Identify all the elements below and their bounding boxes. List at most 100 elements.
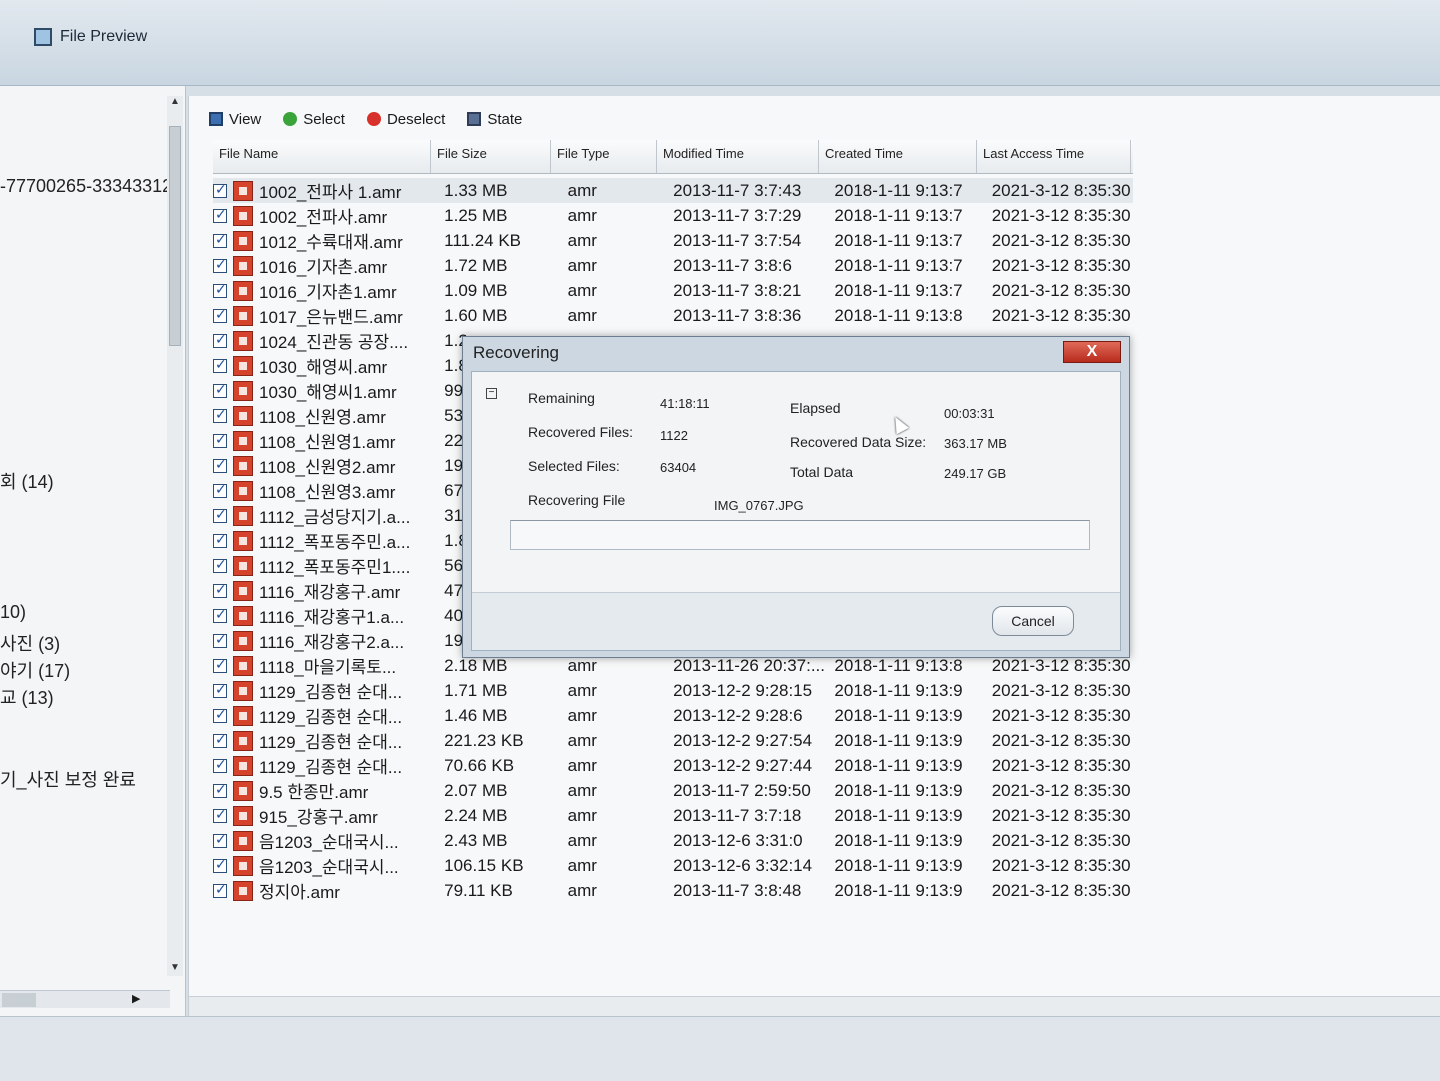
cell-created-time: 2018-1-11 9:13:9 — [834, 755, 963, 775]
app-icon — [34, 28, 52, 46]
mouse-cursor-icon — [889, 413, 909, 435]
row-checkbox[interactable] — [213, 456, 227, 473]
recovered-size-label: Recovered Data Size: — [790, 434, 927, 450]
cell-last-access-time: 2021-3-12 8:35:30 — [991, 230, 1131, 250]
table-row[interactable]: 1012_수륙대재.amr 111.24 KB amr 2013-11-7 3:7:5… — [213, 228, 1133, 253]
row-checkbox[interactable] — [213, 306, 227, 323]
row-checkbox[interactable] — [213, 281, 227, 298]
tree-item[interactable]: 10) — [0, 602, 26, 623]
column-header-file-name[interactable]: File Name — [213, 140, 431, 173]
table-row[interactable]: 9.5 한종만.amr 2.07 MB amr 2013-11-7 2:59:50 20… — [213, 778, 1133, 803]
tree-horizontal-scrollbar[interactable]: ▶ — [0, 990, 170, 1008]
cell-file-name: 1108_신원영2.amr — [259, 458, 396, 477]
row-checkbox[interactable] — [213, 781, 227, 798]
cell-file-size: 1.09 MB — [444, 280, 508, 300]
cell-file-name: 음1203_순대국시... — [259, 858, 399, 877]
cell-created-time: 2018-1-11 9:13:7 — [834, 230, 963, 250]
scroll-thumb[interactable] — [169, 126, 181, 346]
row-checkbox[interactable] — [213, 606, 227, 623]
row-checkbox[interactable] — [213, 356, 227, 373]
table-header: File Name File Size File Type Modified T… — [213, 140, 1133, 174]
folder-tree-pane[interactable]: -77700265-33343312 회 (14) 10) 사진 (3) 야기 … — [0, 86, 186, 1016]
state-button[interactable]: State — [467, 111, 522, 128]
row-checkbox[interactable] — [213, 556, 227, 573]
cell-file-name: 1017_은뉴밴드.amr — [259, 308, 403, 327]
deselect-button[interactable]: Deselect — [366, 111, 445, 128]
cell-file-name: 1112_금성당지기.a... — [259, 508, 411, 527]
tree-item[interactable]: 기_사진 보정 완료 — [0, 766, 136, 792]
row-checkbox[interactable] — [213, 506, 227, 523]
tree-item[interactable]: 야기 (17) — [0, 657, 70, 683]
view-button[interactable]: View — [209, 111, 261, 128]
row-checkbox[interactable] — [213, 231, 227, 248]
table-row[interactable]: 915_강홍구.amr 2.24 MB amr 2013-11-7 3:7:18 201… — [213, 803, 1133, 828]
table-row[interactable]: 1129_김종현 순대... 70.66 KB amr 2013-12-2 9:27:… — [213, 753, 1133, 778]
table-row[interactable]: 1016_기자촌1.amr 1.09 MB amr 2013-11-7 3:8:21 2… — [213, 278, 1133, 303]
row-checkbox[interactable] — [213, 706, 227, 723]
table-row[interactable]: 음1203_순대국시... 106.15 KB amr 2013-12-6 3:32:… — [213, 853, 1133, 878]
cell-file-size: 2.18 MB — [444, 655, 508, 675]
cell-file-name: 1002_전파사 1.amr — [259, 183, 402, 202]
row-checkbox[interactable] — [213, 631, 227, 648]
scroll-up-icon[interactable]: ▲ — [170, 96, 180, 107]
tree-item[interactable]: 교 (13) — [0, 684, 54, 710]
scroll-down-icon[interactable]: ▼ — [170, 962, 180, 973]
table-row[interactable]: 1017_은뉴밴드.amr 1.60 MB amr 2013-11-7 3:8:36 2… — [213, 303, 1133, 328]
row-checkbox[interactable] — [213, 806, 227, 823]
column-header-file-size[interactable]: File Size — [431, 140, 551, 173]
row-checkbox[interactable] — [213, 331, 227, 348]
column-header-created-time[interactable]: Created Time — [819, 140, 977, 173]
cell-created-time: 2018-1-11 9:13:9 — [834, 730, 963, 750]
row-checkbox[interactable] — [213, 831, 227, 848]
row-checkbox[interactable] — [213, 581, 227, 598]
row-checkbox[interactable] — [213, 431, 227, 448]
cell-last-access-time: 2021-3-12 8:35:30 — [991, 730, 1131, 750]
cell-file-type: amr — [567, 680, 597, 700]
scroll-thumb[interactable] — [2, 993, 36, 1007]
table-row[interactable]: 1129_김종현 순대... 221.23 KB amr 2013-12-2 9:27… — [213, 728, 1133, 753]
close-button[interactable]: X — [1063, 341, 1121, 363]
table-row[interactable]: 음1203_순대국시... 2.43 MB amr 2013-12-6 3:31:0 2… — [213, 828, 1133, 853]
audio-file-icon — [233, 280, 253, 301]
cell-file-name: 음1203_순대국시... — [259, 833, 399, 852]
row-checkbox[interactable] — [213, 481, 227, 498]
table-row[interactable]: 정지아.amr 79.11 KB amr 2013-11-7 3:8:48 2018-1… — [213, 878, 1133, 903]
table-row[interactable]: 1016_기자촌.amr 1.72 MB amr 2013-11-7 3:8:6 201… — [213, 253, 1133, 278]
row-checkbox[interactable] — [213, 731, 227, 748]
cell-file-name: 정지아.amr — [259, 883, 340, 902]
row-checkbox[interactable] — [213, 381, 227, 398]
tree-item[interactable]: -77700265-33343312 — [0, 176, 172, 197]
cell-modified-time: 2013-11-7 2:59:50 — [673, 780, 811, 800]
row-checkbox[interactable] — [213, 531, 227, 548]
collapse-icon[interactable]: − — [486, 388, 497, 399]
cell-file-size: 70.66 KB — [444, 755, 515, 775]
column-header-file-type[interactable]: File Type — [551, 140, 657, 173]
scroll-right-icon[interactable]: ▶ — [132, 992, 140, 1005]
row-checkbox[interactable] — [213, 181, 227, 198]
cell-file-name: 1116_재강홍구1.a... — [259, 608, 405, 627]
cancel-button[interactable]: Cancel — [992, 606, 1074, 636]
tree-item[interactable]: 사진 (3) — [0, 630, 60, 656]
column-header-modified-time[interactable]: Modified Time — [657, 140, 819, 173]
tree-item[interactable]: 회 (14) — [0, 468, 54, 494]
row-checkbox[interactable] — [213, 881, 227, 898]
row-checkbox[interactable] — [213, 856, 227, 873]
cell-last-access-time: 2021-3-12 8:35:30 — [991, 855, 1131, 875]
row-checkbox[interactable] — [213, 656, 227, 673]
table-row[interactable]: 1129_김종현 순대... 1.46 MB amr 2013-12-2 9:28:6… — [213, 703, 1133, 728]
tree-scrollbar[interactable]: ▲ ▼ — [167, 96, 183, 976]
row-checkbox[interactable] — [213, 756, 227, 773]
row-checkbox[interactable] — [213, 256, 227, 273]
row-checkbox[interactable] — [213, 206, 227, 223]
cell-file-type: amr — [567, 705, 597, 725]
toolbar: View Select Deselect State — [209, 104, 522, 134]
select-button[interactable]: Select — [283, 111, 345, 128]
file-list-horizontal-scrollbar[interactable] — [189, 996, 1440, 1016]
table-row[interactable]: 1129_김종현 순대... 1.71 MB amr 2013-12-2 9:28:1… — [213, 678, 1133, 703]
row-checkbox[interactable] — [213, 681, 227, 698]
recovery-progress-bar — [510, 520, 1090, 550]
table-row[interactable]: 1002_전파사.amr 1.25 MB amr 2013-11-7 3:7:29 20… — [213, 203, 1133, 228]
column-header-last-access-time[interactable]: Last Access Time — [977, 140, 1131, 173]
row-checkbox[interactable] — [213, 406, 227, 423]
table-row[interactable]: 1002_전파사 1.amr 1.33 MB amr 2013-11-7 3:7:43… — [213, 178, 1133, 203]
